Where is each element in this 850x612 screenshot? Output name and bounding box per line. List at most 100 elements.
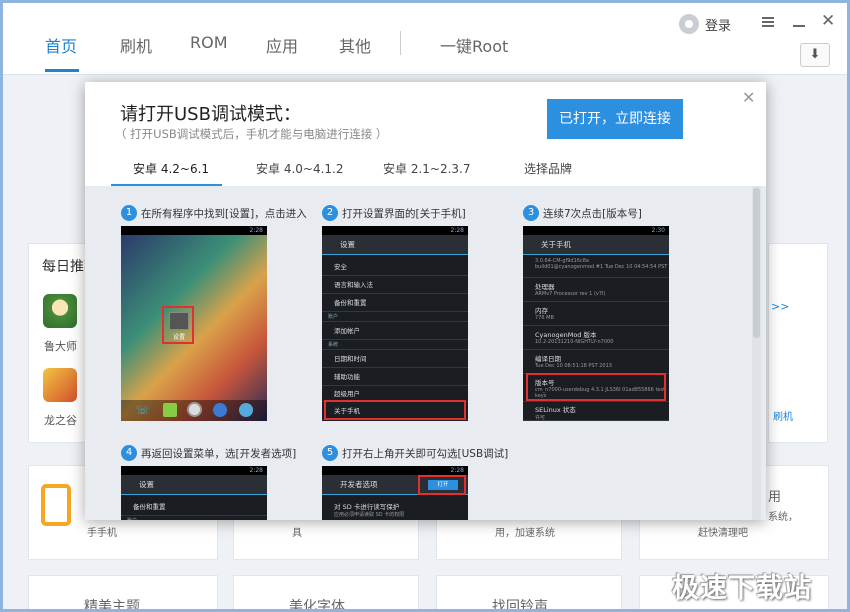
card-text: 手手机 — [87, 528, 117, 539]
tab-android-4-0[interactable]: 安卓 4.0~4.1.2 — [256, 160, 344, 177]
about-row: CyanogenMod 版本 10.2-20131210-NIGHTLY-n700… — [523, 326, 669, 350]
about-row: 内存 776 MB — [523, 302, 669, 326]
status-bar: 2:30 — [523, 226, 669, 235]
card-text: 找回铃声 — [492, 599, 548, 612]
about-row: SELinux 状态 许可 — [523, 402, 669, 421]
tab-android-4-2[interactable]: 安卓 4.2~6.1 — [133, 160, 209, 177]
app-name: 龙之谷 — [44, 414, 77, 427]
apps-drawer-icon — [187, 402, 202, 417]
tab-home[interactable]: 首页 — [45, 33, 77, 57]
close-icon[interactable]: ✕ — [821, 13, 835, 30]
highlight-box — [324, 400, 466, 420]
status-bar: 2:28 — [121, 226, 267, 235]
step-text: 在所有程序中找到[设置]，点击进入 — [141, 207, 307, 220]
settings-row: 备份和重置 — [121, 498, 267, 516]
tab-android-2-1[interactable]: 安卓 2.1~2.3.7 — [383, 160, 471, 177]
tab-rom[interactable]: ROM — [190, 33, 228, 52]
settings-row: 添加帐户 — [322, 322, 468, 340]
lower-card[interactable]: 精美主题 — [28, 575, 218, 612]
step-text: 打开右上角开关即可勾选[USB调试] — [342, 447, 509, 460]
tab-other[interactable]: 其他 — [339, 33, 371, 57]
step-4: 4 再返回设置菜单，选[开发者选项] — [121, 445, 296, 461]
right-card-label: 刷机 — [773, 412, 793, 423]
scrollbar[interactable] — [752, 186, 761, 520]
step-number: 3 — [523, 205, 539, 221]
instructions-panel: 1 在所有程序中找到[设置]，点击进入 2:28 设置 ☏ 2 打开设置界面的[… — [85, 186, 766, 520]
phone-icon — [41, 484, 71, 526]
wallpaper — [121, 235, 267, 421]
row-title: 对 SD 卡进行读写保护 — [334, 503, 400, 511]
step-number: 4 — [121, 445, 137, 461]
settings-row: 辅助功能 — [322, 368, 468, 386]
card-text: 赶快清理吧 — [698, 528, 748, 539]
app-name: 鲁大师 — [44, 340, 77, 353]
highlight-box — [162, 306, 194, 344]
lower-card[interactable]: 美化字体 — [233, 575, 419, 612]
tab-flash[interactable]: 刷机 — [120, 33, 152, 57]
camera-icon — [239, 403, 253, 417]
app-icon-ludashi[interactable] — [43, 294, 77, 328]
step-text: 再返回设置菜单，选[开发者选项] — [141, 447, 297, 460]
active-tab-indicator — [45, 69, 79, 72]
status-bar: 2:28 — [322, 226, 468, 235]
row-sub: 许可 — [535, 415, 546, 421]
row-sub: Tue Dec 10 08:51:18 PST 2013 — [535, 363, 612, 369]
top-bar: 首页 刷机 ROM 应用 其他 一键Root 登录 ✕ ⬇ — [3, 3, 847, 75]
tab-select-brand[interactable]: 选择品牌 — [524, 160, 572, 177]
row-sub: build01@cyanogenmod #1 Tue Dec 10 04:54:… — [535, 264, 669, 270]
step-number: 5 — [322, 445, 338, 461]
settings-row: 日期和时间 — [322, 350, 468, 368]
card-text: 系统， — [768, 512, 798, 523]
row-title: CyanogenMod 版本 — [535, 331, 597, 339]
card-text: 用 — [768, 490, 782, 505]
message-icon — [163, 403, 177, 417]
dialog-close-icon[interactable]: ✕ — [742, 88, 755, 107]
right-card: >> 刷机 — [768, 243, 828, 443]
step-2: 2 打开设置界面的[关于手机] — [322, 205, 466, 221]
login-button[interactable]: 登录 — [679, 13, 731, 35]
usb-debug-dialog: 请打开USB调试模式： （ 打开USB调试模式后，手机才能与电脑进行连接 ） 已… — [85, 82, 766, 520]
arrow-icon: >> — [771, 300, 790, 313]
dock: ☏ — [121, 400, 267, 421]
phone-screenshot-4: 2:28 设置 备份和重置 账户 — [121, 466, 267, 520]
highlight-box — [418, 475, 466, 495]
phone-title: 设置 — [121, 475, 267, 495]
card-text: 具 — [292, 528, 302, 539]
settings-row: 安全 — [322, 258, 468, 276]
step-number: 2 — [322, 205, 338, 221]
about-row: 3.0.64-CM-gf9d16c8a build01@cyanogenmod #… — [523, 256, 669, 278]
phone-title: 关于手机 — [523, 235, 669, 255]
daily-recommend-card: 每日推荐 鲁大师 龙之谷 — [28, 243, 98, 443]
scrollbar-thumb[interactable] — [753, 188, 760, 338]
settings-row: 备份和重置 — [322, 294, 468, 312]
row-sub: ARMv7 Processor rev 1 (v7l) — [535, 291, 606, 297]
row-sub: 776 MB — [535, 315, 554, 321]
menu-icon[interactable] — [762, 17, 774, 27]
tab-root[interactable]: 一键Root — [440, 33, 508, 57]
step-text: 打开设置界面的[关于手机] — [342, 207, 466, 220]
card-text: 美化字体 — [289, 599, 345, 612]
download-button[interactable]: ⬇ — [800, 43, 830, 67]
lower-card[interactable]: 找回铃声 — [436, 575, 622, 612]
card-text: 精美主题 — [84, 599, 140, 612]
settings-section: 账户 — [121, 516, 267, 520]
dev-option-row: 对 SD 卡进行读写保护 应用必须申请读取 SD 卡的权限 — [322, 498, 468, 520]
about-row: 处理器 ARMv7 Processor rev 1 (v7l) — [523, 278, 669, 302]
browser-icon — [213, 403, 227, 417]
settings-section: 系统 — [322, 340, 468, 350]
status-bar: 2:28 — [121, 466, 267, 475]
phone-screenshot-3: 2:30 关于手机 3.0.64-CM-gf9d16c8a build01@cya… — [523, 226, 669, 421]
row-sub: 应用必须申请读取 SD 卡的权限 — [334, 512, 405, 518]
tab-separator — [400, 31, 401, 55]
tab-apps[interactable]: 应用 — [266, 33, 298, 57]
connect-button[interactable]: 已打开，立即连接 — [547, 99, 683, 139]
settings-section: 账户 — [322, 312, 468, 322]
row-title: 编译日期 — [535, 355, 561, 363]
phone-call-icon: ☏ — [135, 403, 151, 417]
app-icon-longzhigu[interactable] — [43, 368, 77, 402]
step-text: 连续7次点击[版本号] — [543, 207, 642, 220]
dialog-title: 请打开USB调试模式： — [120, 104, 301, 125]
minimize-icon[interactable] — [793, 25, 805, 27]
row-title: 处理器 — [535, 283, 555, 291]
phone-screenshot-5: 2:28 开发者选项 打开 对 SD 卡进行读写保护 应用必须申请读取 SD 卡的… — [322, 466, 468, 520]
